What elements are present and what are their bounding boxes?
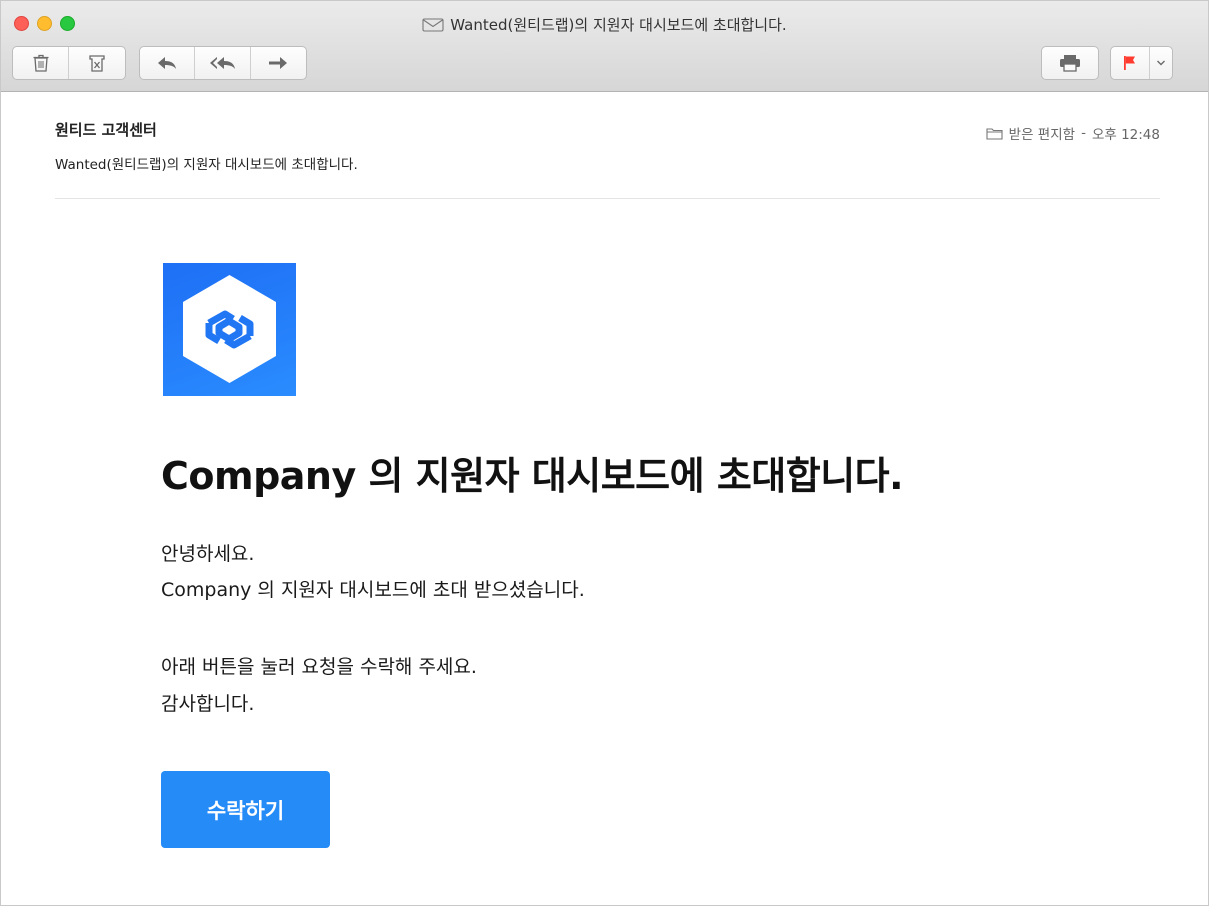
print-button[interactable] xyxy=(1042,47,1098,79)
invitation-text: Company 의 지원자 대시보드에 초대 받으셨습니다. xyxy=(161,579,585,601)
separator: - xyxy=(1081,125,1086,141)
flag-menu-button[interactable] xyxy=(1150,47,1172,79)
forward-button[interactable] xyxy=(251,47,306,79)
sender-name: 원티드 고객센터 xyxy=(55,121,157,139)
reply-all-icon xyxy=(209,57,235,69)
printer-icon xyxy=(1060,55,1080,72)
envelope-icon xyxy=(422,17,444,32)
delete-button[interactable] xyxy=(13,47,70,79)
chevron-down-icon xyxy=(1156,60,1165,66)
flag-button[interactable] xyxy=(1111,47,1150,79)
forward-icon xyxy=(269,57,288,69)
reply-icon xyxy=(158,57,177,69)
flag-icon xyxy=(1123,56,1135,70)
received-time: 오후 12:48 xyxy=(1091,127,1160,143)
mail-window: Wanted(원티드랩)의 지원자 대시보드에 초대합니다. 원티드 고객센터 … xyxy=(0,0,1209,906)
reply-all-button[interactable] xyxy=(195,47,251,79)
print-group xyxy=(1041,46,1099,80)
header-divider xyxy=(55,198,1160,199)
junk-button[interactable] xyxy=(69,47,125,79)
trash-icon xyxy=(33,54,48,72)
accept-button[interactable]: 수락하기 xyxy=(161,771,330,848)
window-title: Wanted(원티드랩)의 지원자 대시보드에 초대합니다. xyxy=(1,14,1208,35)
mailbox-info: 받은 편지함 - 오후 12:48 xyxy=(986,123,1160,143)
folder-icon xyxy=(986,127,1003,140)
wanted-logo xyxy=(163,263,296,396)
greeting-text: 안녕하세요. xyxy=(161,543,255,565)
junk-icon xyxy=(89,55,105,72)
reply-button[interactable] xyxy=(140,47,196,79)
email-headline: Company 의 지원자 대시보드에 초대합니다. xyxy=(161,454,904,498)
email-subject: Wanted(원티드랩)의 지원자 대시보드에 초대합니다. xyxy=(55,157,358,173)
mailbox-name[interactable]: 받은 편지함 xyxy=(1009,123,1075,143)
delete-junk-group xyxy=(12,46,126,80)
title-bar: Wanted(원티드랩)의 지원자 대시보드에 초대합니다. xyxy=(1,1,1208,92)
reply-forward-group xyxy=(139,46,307,80)
window-title-text: Wanted(원티드랩)의 지원자 대시보드에 초대합니다. xyxy=(450,16,787,34)
logo-hexagon-icon xyxy=(183,275,276,383)
instruction-text: 아래 버튼을 눌러 요청을 수락해 주세요. xyxy=(161,656,477,678)
flag-group xyxy=(1110,46,1173,80)
thanks-text: 감사합니다. xyxy=(161,693,255,715)
